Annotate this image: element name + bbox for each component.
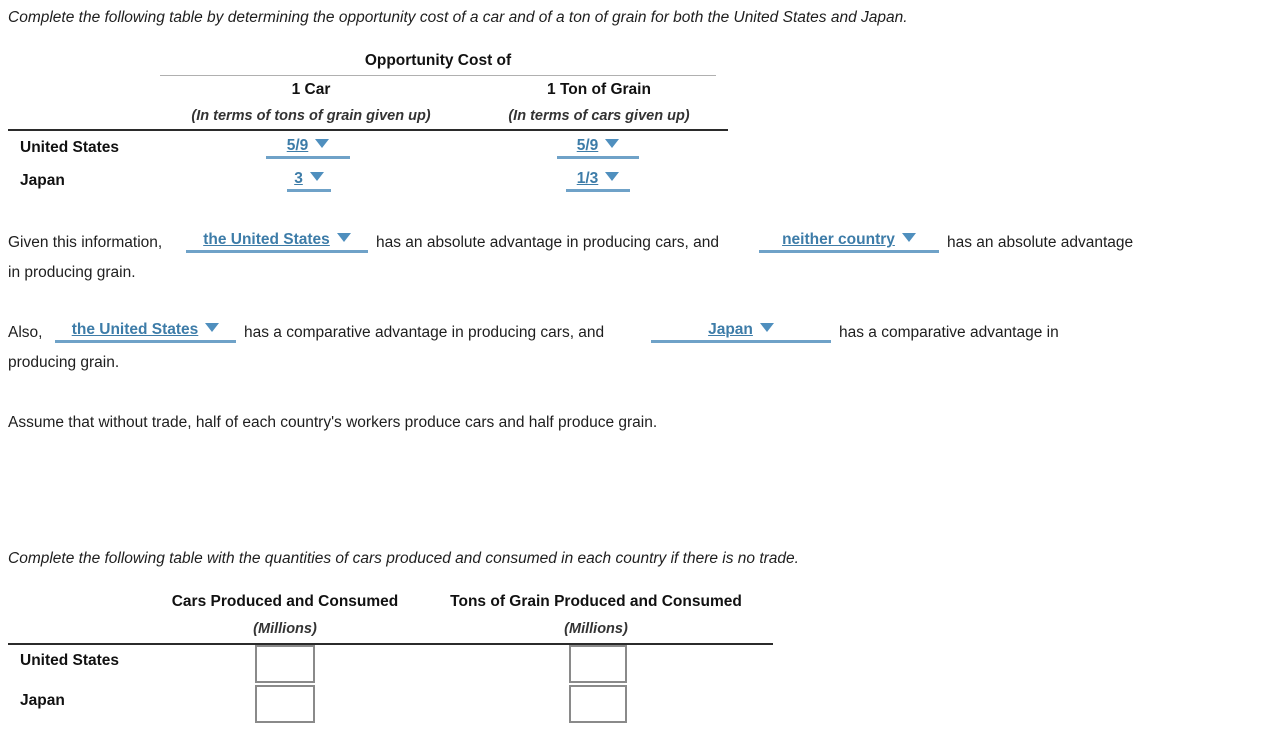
dropdown-comparative-advantage-cars[interactable]: the United States: [55, 321, 236, 343]
table1-row-label-united-states: United States: [20, 139, 120, 156]
dropdown-japan-grain-opportunity-cost[interactable]: 1/3: [566, 170, 630, 192]
table2-header-rule: [8, 643, 773, 645]
chevron-down-icon: [336, 233, 351, 242]
dropdown-absolute-advantage-cars[interactable]: the United States: [186, 231, 368, 253]
dropdown-absolute-advantage-cars-value: the United States: [203, 231, 330, 248]
table1-col2-subtitle: (In terms of cars given up): [508, 108, 690, 124]
chevron-down-icon: [901, 233, 916, 242]
instruction-text-2: Complete the following table with the qu…: [8, 550, 799, 567]
absolute-advantage-text-part3: has an absolute advantage: [947, 234, 1134, 251]
absolute-advantage-text-part2: has an absolute advantage in producing c…: [376, 234, 719, 251]
dropdown-comparative-advantage-cars-value: the United States: [71, 321, 199, 338]
table1-row-label-japan: Japan: [20, 172, 65, 189]
input-us-cars-produced[interactable]: [255, 645, 315, 683]
input-japan-cars-produced[interactable]: [255, 685, 315, 723]
table1-header-rule: [8, 129, 728, 131]
dropdown-japan-car-opportunity-cost-value: 3: [294, 170, 303, 187]
dropdown-absolute-advantage-grain[interactable]: neither country: [759, 231, 939, 253]
comparative-advantage-text-part3: has a comparative advantage in: [839, 324, 1059, 341]
table2-row-label-japan: Japan: [20, 692, 65, 709]
dropdown-japan-grain-opportunity-cost-value: 1/3: [576, 170, 599, 187]
chevron-down-icon: [309, 172, 324, 181]
input-us-grain-produced[interactable]: [569, 645, 627, 683]
dropdown-us-grain-opportunity-cost[interactable]: 5/9: [557, 137, 639, 159]
table2-col1-title: Cars Produced and Consumed: [171, 593, 399, 610]
table1-col2-title: 1 Ton of Grain: [547, 81, 651, 98]
table1-spanning-header: Opportunity Cost of: [364, 52, 512, 69]
chevron-down-icon: [605, 172, 620, 181]
table1-col1-title: 1 Car: [291, 81, 331, 98]
dropdown-comparative-advantage-grain[interactable]: Japan: [651, 321, 831, 343]
table2-col2-title: Tons of Grain Produced and Consumed: [450, 593, 742, 610]
chevron-down-icon: [759, 323, 774, 332]
input-japan-grain-produced[interactable]: [569, 685, 627, 723]
table2-col2-subtitle: (Millions): [564, 621, 628, 637]
comparative-advantage-text-part1: Also,: [8, 324, 43, 341]
table1-col1-subtitle: (In terms of tons of grain given up): [191, 108, 431, 124]
instruction-text-1: Complete the following table by determin…: [8, 9, 908, 26]
worksheet-page: { "colors": { "accent_blue": "#3d7ca8", …: [0, 0, 1262, 737]
comparative-advantage-text-part4: producing grain.: [8, 354, 120, 371]
chevron-down-icon: [205, 323, 220, 332]
absolute-advantage-text-part1: Given this information,: [8, 234, 163, 251]
table2-row-label-united-states: United States: [20, 652, 120, 669]
dropdown-absolute-advantage-grain-value: neither country: [782, 231, 895, 248]
chevron-down-icon: [605, 139, 620, 148]
table1-spanning-rule: [160, 75, 716, 76]
dropdown-us-grain-opportunity-cost-value: 5/9: [576, 137, 599, 154]
chevron-down-icon: [315, 139, 330, 148]
absolute-advantage-text-part4: in producing grain.: [8, 264, 136, 281]
dropdown-comparative-advantage-grain-value: Japan: [708, 321, 753, 338]
dropdown-japan-car-opportunity-cost[interactable]: 3: [287, 170, 331, 192]
assumption-text: Assume that without trade, half of each …: [8, 414, 658, 431]
dropdown-us-car-opportunity-cost-value: 5/9: [286, 137, 309, 154]
table2-col1-subtitle: (Millions): [253, 621, 317, 637]
comparative-advantage-text-part2: has a comparative advantage in producing…: [244, 324, 605, 341]
dropdown-us-car-opportunity-cost[interactable]: 5/9: [266, 137, 350, 159]
